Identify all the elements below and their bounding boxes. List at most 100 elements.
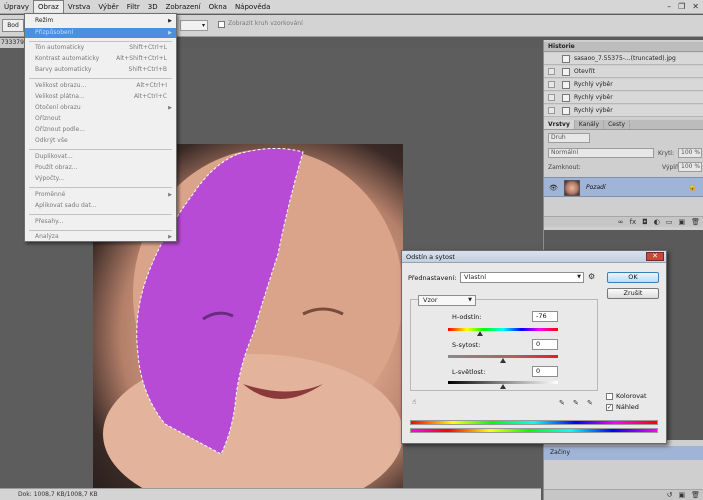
menu-item-presahy[interactable]: Přesahy... <box>25 217 176 227</box>
new-layer-icon[interactable]: ▣ <box>678 217 685 227</box>
menu-item-odkryt-vse[interactable]: Odkrýt vše <box>25 136 176 146</box>
blend-mode-select[interactable]: Normální <box>548 148 654 158</box>
document-icon <box>562 68 570 76</box>
cancel-button[interactable]: Zrušit <box>607 288 659 299</box>
menu-obraz[interactable]: Obraz <box>33 0 64 14</box>
lightness-slider-thumb[interactable] <box>500 384 506 389</box>
eyedropper-icon[interactable]: ✎ <box>559 399 565 407</box>
hue-label: H-odstín: <box>452 313 482 321</box>
quick-selection-icon <box>562 107 570 115</box>
snapshot-thumbnail-icon <box>562 55 570 63</box>
folder-icon[interactable]: ▭ <box>666 217 673 227</box>
trash-icon[interactable]: 🗑 <box>691 217 700 227</box>
obraz-dropdown-menu: Režim ▶ Přizpůsobení ▶ Tón automaticky Shif… <box>24 13 177 242</box>
lightness-input[interactable]: 0 <box>532 366 558 377</box>
tab-vrstvy[interactable]: Vrstvy <box>544 120 575 129</box>
layer-row-background[interactable]: 👁 Pozadí 🔒 <box>544 177 703 197</box>
menu-item-promenne[interactable]: Proměnné ▶ <box>25 190 176 200</box>
close-icon[interactable]: ✕ <box>692 2 699 12</box>
lock-icon: 🔒 <box>688 183 697 191</box>
opacity-field[interactable]: 100 % <box>678 148 702 158</box>
menu-separator <box>29 214 172 215</box>
status-bar: Dok: 1008,7 KB/1008,7 KB <box>0 488 541 500</box>
menu-item-prizpusobeni[interactable]: Přizpůsobení ▶ <box>25 28 176 38</box>
history-snapshot-row[interactable]: sasaoo_7.55375-...(truncated).jpg <box>544 53 703 65</box>
colorize-checkbox[interactable] <box>606 393 613 400</box>
preset-label: Přednastavení: <box>408 274 457 282</box>
menu-item-oriznout[interactable]: Oříznout <box>25 114 176 124</box>
preset-options-gear-icon[interactable]: ⚙ <box>588 272 595 281</box>
dialog-titlebar[interactable]: Odstín a sytost ✕ <box>402 251 666 263</box>
fx-icon[interactable]: fx <box>630 217 637 227</box>
eyedropper-plus-icon[interactable]: ✎ <box>573 399 579 407</box>
trash-icon[interactable]: 🗑 <box>691 490 700 500</box>
eyedropper-minus-icon[interactable]: ✎ <box>587 399 593 407</box>
link-icon[interactable]: ∞ <box>618 217 624 227</box>
menu-vyber[interactable]: Výběr <box>94 0 122 14</box>
close-button[interactable]: ✕ <box>646 252 664 261</box>
menu-item-analyza[interactable]: Analýza ▶ <box>25 232 176 242</box>
tab-cesty[interactable]: Cesty <box>604 120 630 129</box>
saturation-input[interactable]: 0 <box>532 339 558 350</box>
preview-checkbox[interactable]: ✓ <box>606 404 613 411</box>
visibility-eye-icon[interactable]: 👁 <box>549 184 558 192</box>
target-adjust-hand-icon[interactable]: ☝ <box>412 398 416 406</box>
channel-select[interactable]: Vzor ▼ <box>418 295 476 306</box>
show-sampling-ring-label: Zobrazit kruh vzorkování <box>228 20 303 27</box>
sample-mode-select[interactable]: Bod <box>2 19 24 32</box>
menu-napoveda[interactable]: Nápověda <box>231 0 274 14</box>
hue-slider-thumb[interactable] <box>476 331 483 336</box>
menu-item-kontrast-automaticky[interactable]: Kontrast automaticky Alt+Shift+Ctrl+L <box>25 54 176 64</box>
hue-input[interactable]: -76 <box>532 311 558 322</box>
menu-item-duplikovat[interactable]: Duplikovat... <box>25 152 176 162</box>
menu-zobrazeni[interactable]: Zobrazení <box>162 0 205 14</box>
ok-button[interactable]: OK <box>607 272 659 283</box>
mask-icon[interactable]: ◘ <box>642 217 648 227</box>
history-item[interactable]: Rychlý výběr <box>544 92 703 104</box>
new-icon[interactable]: ▣ <box>678 490 685 500</box>
menu-item-barvy-automaticky[interactable]: Barvy automaticky Shift+Ctrl+B <box>25 65 176 75</box>
quick-selection-icon <box>562 94 570 102</box>
menu-item-otoceni-obrazu[interactable]: Otočení obrazu ▶ <box>25 103 176 113</box>
menu-item-pouzit-obraz[interactable]: Použít obraz... <box>25 163 176 173</box>
history-panel-title[interactable]: Historie <box>544 42 703 52</box>
menu-3d[interactable]: 3D <box>144 0 162 14</box>
history-item[interactable]: Rychlý výběr <box>544 105 703 117</box>
history-item[interactable]: Rychlý výběr <box>544 79 703 91</box>
menu-item-rezim[interactable]: Režim ▶ <box>25 16 176 26</box>
saturation-slider-thumb[interactable] <box>500 358 506 363</box>
minimize-icon[interactable]: – <box>667 2 671 12</box>
menu-upravy[interactable]: Úpravy <box>0 0 33 14</box>
menu-separator <box>29 41 172 42</box>
hue-saturation-dialog: Odstín a sytost ✕ Přednastavení: Vlastní… <box>401 250 667 444</box>
menu-vrstva[interactable]: Vrstva <box>64 0 95 14</box>
menu-item-aplikovat-sadu-dat[interactable]: Aplikovat sadu dat... <box>25 201 176 211</box>
dialog-title: Odstín a sytost <box>406 253 455 261</box>
undo-icon[interactable]: ↺ <box>667 490 673 500</box>
layer-name[interactable]: Pozadí <box>586 184 606 191</box>
hue-slider-track[interactable] <box>448 328 558 331</box>
sample-size-select[interactable]: ▾ <box>180 20 208 31</box>
lock-label: Zamknout: <box>548 164 581 171</box>
tab-kanaly[interactable]: Kanály <box>575 120 605 129</box>
menu-item-oriznout-podle[interactable]: Oříznout podle... <box>25 125 176 135</box>
menu-item-vypocty[interactable]: Výpočty... <box>25 174 176 184</box>
source-spectrum-bar <box>410 420 658 425</box>
actions-item[interactable]: Začiny <box>544 446 703 460</box>
menu-okna[interactable]: Okna <box>205 0 231 14</box>
history-item[interactable]: Otevřít <box>544 66 703 78</box>
menu-separator <box>29 187 172 188</box>
preset-select[interactable]: Vlastní ▼ <box>460 272 584 283</box>
layer-thumbnail <box>564 180 580 196</box>
menu-filtr[interactable]: Filtr <box>123 0 144 14</box>
chevron-down-icon: ▼ <box>468 297 472 303</box>
menu-separator <box>29 149 172 150</box>
layer-kind-filter[interactable]: Druh <box>548 133 590 143</box>
menu-item-ton-automaticky[interactable]: Tón automaticky Shift+Ctrl+L <box>25 43 176 53</box>
fill-field[interactable]: 100 % <box>678 162 702 172</box>
show-sampling-ring-checkbox[interactable] <box>218 21 225 28</box>
adjustment-icon[interactable]: ◐ <box>654 217 660 227</box>
restore-icon[interactable]: ❐ <box>678 2 685 12</box>
menu-item-velikost-platna[interactable]: Velikost plátna... Alt+Ctrl+C <box>25 92 176 102</box>
menu-item-velikost-obrazu[interactable]: Velikost obrazu... Alt+Ctrl+I <box>25 81 176 91</box>
